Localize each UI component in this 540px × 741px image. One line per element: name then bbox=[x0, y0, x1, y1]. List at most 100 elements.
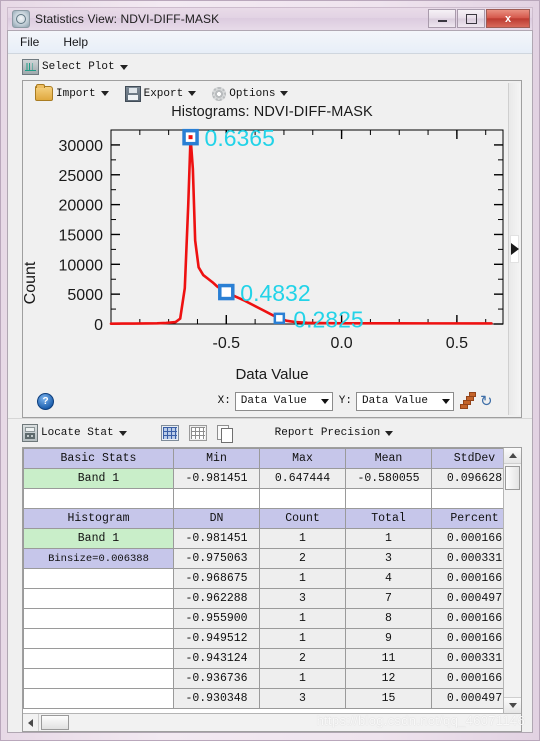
table-row[interactable]: -0.943124 2 11 0.000331 bbox=[23, 648, 503, 669]
table-cell[interactable]: Binsize=0.006388 bbox=[23, 548, 174, 569]
table-cell[interactable]: Histogram bbox=[23, 508, 174, 529]
table-cell[interactable]: -0.949512 bbox=[173, 628, 260, 649]
table-cell[interactable]: Percent bbox=[431, 508, 503, 529]
grid-view-icon[interactable] bbox=[160, 425, 179, 441]
table-cell[interactable]: 1 bbox=[259, 668, 346, 689]
table-cell[interactable]: 0.000166 bbox=[431, 568, 503, 589]
x-axis-select[interactable]: Data Value bbox=[234, 391, 333, 411]
table-row[interactable]: Band 1 -0.981451 0.647444 -0.580055 0.096628 bbox=[23, 468, 503, 489]
table-cell[interactable]: 3 bbox=[259, 688, 346, 709]
table-row[interactable]: -0.949512 1 9 0.000166 bbox=[23, 628, 503, 649]
scrollbar-thumb[interactable] bbox=[505, 466, 520, 490]
table-cell[interactable] bbox=[345, 488, 432, 509]
hscrollbar-thumb[interactable] bbox=[41, 715, 69, 730]
help-icon[interactable]: ? bbox=[37, 392, 54, 410]
table-cell[interactable]: 2 bbox=[259, 548, 346, 569]
table-row[interactable] bbox=[23, 488, 503, 509]
table-horizontal-scrollbar[interactable] bbox=[23, 713, 521, 731]
table-cell[interactable]: 0.000331 bbox=[431, 548, 503, 569]
import-button[interactable]: Import bbox=[35, 84, 109, 101]
chart-area[interactable]: Count 0 5000 10000 15000 20000 25000 30000 -0.5… bbox=[22, 122, 523, 383]
locate-stat-button[interactable]: Locate Stat bbox=[22, 424, 127, 442]
scroll-down-button[interactable] bbox=[504, 697, 521, 713]
table-cell[interactable]: Max bbox=[259, 448, 346, 469]
table-cell[interactable]: -0.943124 bbox=[173, 648, 260, 669]
table-cell[interactable]: 0.000497 bbox=[431, 588, 503, 609]
maximize-button[interactable] bbox=[457, 9, 485, 28]
table-cell[interactable]: 0.096628 bbox=[431, 468, 503, 489]
y-axis-select[interactable]: Data Value bbox=[356, 391, 454, 411]
title-bar[interactable]: Statistics View: NDVI-DIFF-MASK x bbox=[7, 7, 533, 30]
table-cell[interactable]: Band 1 bbox=[23, 528, 174, 549]
table-cell[interactable]: 12 bbox=[345, 668, 432, 689]
minimize-button[interactable] bbox=[428, 9, 456, 28]
table-cell[interactable]: -0.955900 bbox=[173, 608, 260, 629]
table-cell[interactable]: 0.647444 bbox=[259, 468, 346, 489]
table-cell[interactable]: Mean bbox=[345, 448, 432, 469]
table-cell[interactable]: -0.981451 bbox=[173, 528, 260, 549]
table-cell[interactable]: 0.000166 bbox=[431, 628, 503, 649]
copy-icon[interactable] bbox=[216, 424, 233, 443]
table-cell[interactable] bbox=[23, 648, 174, 669]
table-cell[interactable] bbox=[23, 588, 174, 609]
table-row[interactable]: Histogram DN Count Total Percent bbox=[23, 508, 503, 529]
table-cell[interactable]: Min bbox=[173, 448, 260, 469]
table-cell[interactable]: Band 1 bbox=[23, 468, 174, 489]
table-cell[interactable]: -0.580055 bbox=[345, 468, 432, 489]
refresh-icon[interactable]: ↻ bbox=[480, 394, 497, 409]
menu-file[interactable]: File bbox=[16, 33, 43, 51]
table-cell[interactable] bbox=[23, 568, 174, 589]
table-cell[interactable] bbox=[173, 488, 260, 509]
table-row[interactable]: Binsize=0.006388 -0.975063 2 3 0.000331 bbox=[23, 548, 503, 569]
select-plot-button[interactable]: Select Plot bbox=[22, 59, 128, 75]
table-row[interactable]: -0.968675 1 4 0.000166 bbox=[23, 568, 503, 589]
table-row[interactable]: Basic Stats Min Max Mean StdDev bbox=[23, 448, 503, 469]
histogram-plot[interactable]: 0 5000 10000 15000 20000 25000 30000 -0.5 0.0 0.5… bbox=[23, 122, 523, 362]
table-cell[interactable]: -0.930348 bbox=[173, 688, 260, 709]
table-cell[interactable]: 7 bbox=[345, 588, 432, 609]
table-cell[interactable]: -0.981451 bbox=[173, 468, 260, 489]
table-row[interactable]: -0.955900 1 8 0.000166 bbox=[23, 608, 503, 629]
table-cell[interactable] bbox=[23, 688, 174, 709]
table-cell[interactable]: 0.000166 bbox=[431, 608, 503, 629]
table-cell[interactable]: StdDev bbox=[431, 448, 503, 469]
table-row[interactable]: -0.962288 3 7 0.000497 bbox=[23, 588, 503, 609]
table-row[interactable]: Band 1 -0.981451 1 1 0.000166 bbox=[23, 528, 503, 549]
table-cell[interactable] bbox=[23, 668, 174, 689]
table-cell[interactable]: 11 bbox=[345, 648, 432, 669]
table-cell[interactable]: 1 bbox=[259, 568, 346, 589]
options-button[interactable]: Options bbox=[212, 86, 289, 101]
table-cell[interactable]: 1 bbox=[259, 528, 346, 549]
table-cell[interactable]: -0.936736 bbox=[173, 668, 260, 689]
stats-table[interactable]: Basic Stats Min Max Mean StdDev Band 1 -0.9814… bbox=[23, 448, 503, 709]
table-cell[interactable] bbox=[23, 608, 174, 629]
table-cell[interactable]: Count bbox=[259, 508, 346, 529]
table-vertical-scrollbar[interactable] bbox=[503, 448, 521, 713]
table-cell[interactable]: 3 bbox=[259, 588, 346, 609]
table-cell[interactable]: 0.000497 bbox=[431, 688, 503, 709]
table-cell[interactable]: Basic Stats bbox=[23, 448, 174, 469]
export-button[interactable]: Export bbox=[124, 85, 197, 102]
table-cell[interactable]: 0.000331 bbox=[431, 648, 503, 669]
table-cell[interactable] bbox=[23, 488, 174, 509]
chevron-right-icon[interactable] bbox=[510, 243, 519, 255]
table-cell[interactable] bbox=[431, 488, 503, 509]
table-cell[interactable]: Total bbox=[345, 508, 432, 529]
table-cell[interactable]: 0.000166 bbox=[431, 668, 503, 689]
scroll-left-button[interactable] bbox=[23, 714, 39, 731]
table-cell[interactable]: 1 bbox=[345, 528, 432, 549]
table-cell[interactable]: 1 bbox=[259, 628, 346, 649]
table-cell[interactable]: 0.000166 bbox=[431, 528, 503, 549]
table-cell[interactable]: 8 bbox=[345, 608, 432, 629]
table-cell[interactable]: 1 bbox=[259, 608, 346, 629]
table-cell[interactable]: 15 bbox=[345, 688, 432, 709]
table-cell[interactable]: -0.962288 bbox=[173, 588, 260, 609]
table-cell[interactable]: -0.968675 bbox=[173, 568, 260, 589]
table-cell[interactable]: DN bbox=[173, 508, 260, 529]
table-cell[interactable]: 4 bbox=[345, 568, 432, 589]
plot-panel-splitter[interactable] bbox=[508, 83, 520, 415]
table-cell[interactable] bbox=[259, 488, 346, 509]
table-row[interactable]: -0.930348 3 15 0.000497 bbox=[23, 688, 503, 709]
table-cell[interactable] bbox=[23, 628, 174, 649]
table-cell[interactable]: 9 bbox=[345, 628, 432, 649]
